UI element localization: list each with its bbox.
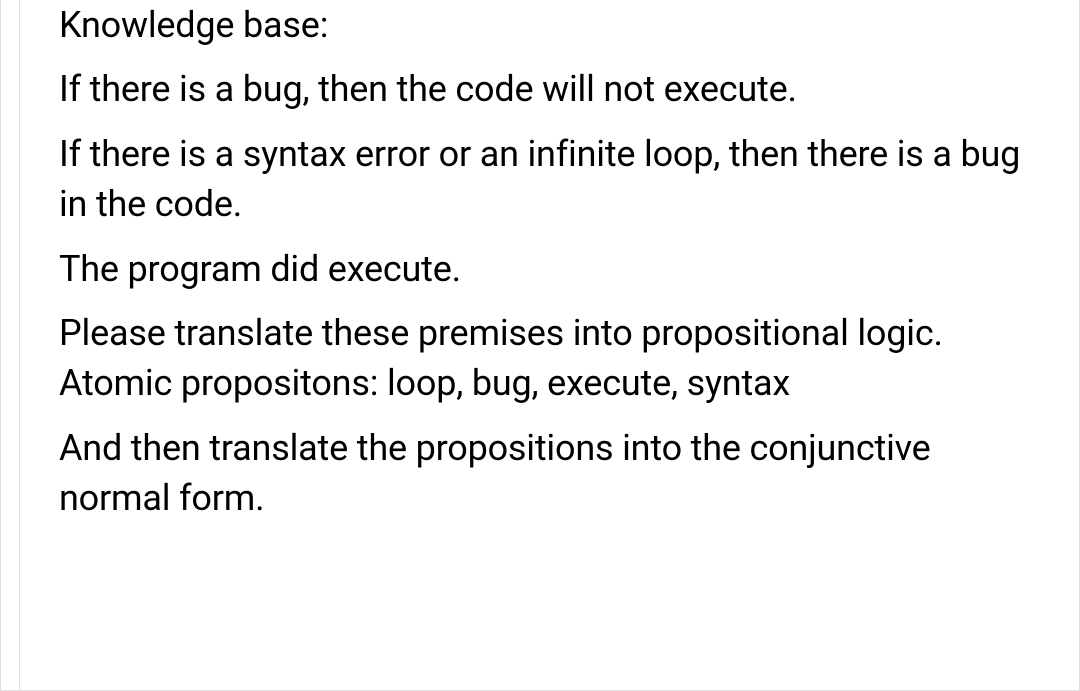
document-container: Knowledge base: If there is a bug, then … xyxy=(0,0,1080,691)
kb-heading: Knowledge base: xyxy=(59,0,1021,50)
instruction-cnf: And then translate the propositions into… xyxy=(59,423,1021,524)
premise-1: If there is a bug, then the code will no… xyxy=(59,64,1021,114)
inner-border-left xyxy=(19,0,20,690)
premise-3: The program did execute. xyxy=(59,244,1021,294)
instruction-translate: Please translate these premises into pro… xyxy=(59,308,1021,409)
premise-2: If there is a syntax error or an infinit… xyxy=(59,129,1021,230)
